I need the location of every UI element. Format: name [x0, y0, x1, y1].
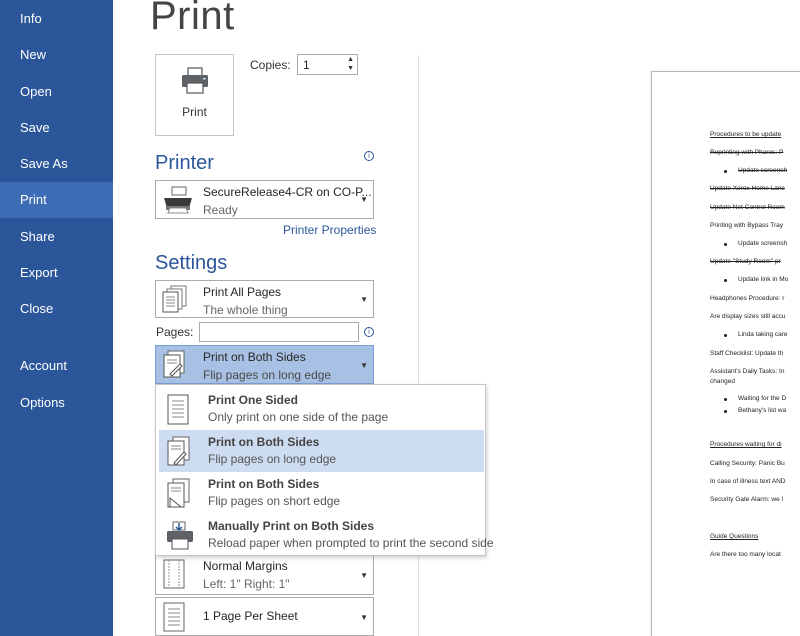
menu-item-both-sides-short-edge[interactable]: Print on Both Sides Flip pages on short …: [159, 472, 484, 514]
preview-line: Update Xerox Home Lanc: [710, 185, 785, 192]
preview-bullet: [724, 398, 727, 401]
spin-up-icon[interactable]: ▲: [347, 56, 354, 63]
print-button-label: Print: [182, 105, 207, 119]
margins-sub: Left: 1" Right: 1": [203, 577, 290, 591]
preview-line: Procedures waiting for di: [710, 441, 782, 448]
print-preview-page: Procedures to be update Reprinting with …: [651, 71, 800, 636]
duplex-main: Print on Both Sides: [203, 350, 306, 364]
preview-line: Assistant's Daily Tasks: In: [710, 368, 785, 375]
preview-line: Update link in Mo: [738, 276, 789, 283]
menu-item-desc: Flip pages on long edge: [208, 452, 337, 466]
preview-line: Reprinting with Pharos: P: [710, 149, 784, 156]
menu-item-desc: Flip pages on short edge: [208, 494, 341, 508]
printer-heading: Printer: [155, 152, 214, 174]
pages-label: Pages:: [156, 325, 194, 339]
page-title: Print: [150, 0, 235, 38]
print-button[interactable]: Print: [155, 54, 234, 136]
menu-item-manual-duplex[interactable]: Manually Print on Both Sides Reload pape…: [159, 514, 494, 557]
print-range-main: Print All Pages: [203, 285, 282, 299]
menu-item-title: Manually Print on Both Sides: [208, 519, 375, 533]
spin-down-icon[interactable]: ▼: [347, 65, 354, 72]
copies-stepper[interactable]: 1 ▲ ▼: [297, 54, 358, 75]
duplex-long-edge-icon: [165, 436, 191, 473]
preview-line: Headphones Procedure: r: [710, 295, 785, 302]
chevron-down-icon: ▼: [360, 361, 368, 370]
printer-select[interactable]: SecureRelease4-CR on CO-P... Ready ▼: [155, 180, 374, 219]
duplex-select[interactable]: Print on Both Sides Flip pages on long e…: [155, 345, 374, 384]
pages-per-sheet-main: 1 Page Per Sheet: [203, 609, 298, 623]
duplex-sub: Flip pages on long edge: [203, 368, 332, 382]
settings-heading: Settings: [155, 252, 228, 274]
preview-line: Update "Study Room" pr: [710, 258, 781, 265]
print-range-sub: The whole thing: [203, 303, 288, 317]
preview-line: Waiting for the D: [738, 395, 787, 402]
printer-icon: [180, 67, 210, 100]
preview-bullet: [724, 243, 727, 246]
printer-status: Ready: [203, 203, 238, 217]
chevron-down-icon: ▼: [360, 195, 368, 204]
pages-per-sheet-select[interactable]: 1 Page Per Sheet ▼: [155, 597, 374, 636]
menu-item-desc: Reload paper when prompted to print the …: [208, 536, 494, 550]
preview-line: Bethany's list wa: [738, 407, 787, 414]
menu-item-both-sides-long-edge[interactable]: Print on Both Sides Flip pages on long e…: [159, 430, 484, 472]
nav-info[interactable]: Info: [0, 1, 113, 37]
preview-line: Procedures to be update: [710, 131, 782, 138]
nav-open[interactable]: Open: [0, 74, 113, 110]
preview-line: In case of illness text AND: [710, 478, 786, 485]
menu-item-title: Print on Both Sides: [208, 477, 320, 491]
preview-line: Guide Questions: [710, 533, 759, 540]
info-icon[interactable]: i: [364, 327, 374, 337]
preview-line: changed: [710, 378, 735, 385]
preview-line: Security Gate Alarm: we l: [710, 496, 783, 503]
preview-bullet: [724, 170, 727, 173]
nav-options[interactable]: Options: [0, 385, 113, 421]
preview-line: Printing with Bypass Tray: [710, 222, 783, 229]
info-icon[interactable]: i: [364, 151, 374, 161]
print-range-select[interactable]: Print All Pages The whole thing ▼: [155, 280, 374, 318]
single-page-icon: [165, 394, 191, 431]
margins-select[interactable]: Normal Margins Left: 1" Right: 1" ▼: [155, 555, 374, 595]
nav-save-as[interactable]: Save As: [0, 146, 113, 182]
manual-duplex-printer-icon: [165, 520, 195, 557]
backstage-sidebar: Info New Open Save Save As Print Share E…: [0, 0, 113, 636]
preview-line: Staff Checklist: Update th: [710, 350, 784, 357]
chevron-down-icon: ▼: [360, 571, 368, 580]
pages-input[interactable]: [199, 322, 359, 342]
copies-value: 1: [303, 58, 310, 72]
nav-account[interactable]: Account: [0, 348, 113, 384]
preview-line: Calling Security: Panic Bu: [710, 460, 785, 467]
preview-line: Are display sizes still accu: [710, 313, 786, 320]
duplex-options-menu: Print One Sided Only print on one side o…: [155, 384, 494, 557]
preview-bullet: [724, 279, 727, 282]
duplex-long-edge-icon: [162, 350, 188, 385]
nav-share[interactable]: Share: [0, 219, 113, 255]
chevron-down-icon: ▼: [360, 295, 368, 304]
nav-print[interactable]: Print: [0, 182, 113, 218]
nav-save[interactable]: Save: [0, 110, 113, 146]
printer-properties-link[interactable]: Printer Properties: [283, 223, 376, 237]
pages-stack-icon: [162, 285, 188, 320]
chevron-down-icon: ▼: [360, 613, 368, 622]
preview-line: Update Net Control Room: [710, 204, 785, 211]
menu-item-title: Print One Sided: [208, 393, 299, 407]
preview-line: Linda taking care: [738, 331, 788, 338]
preview-bullet: [724, 334, 727, 337]
menu-item-print-one-sided[interactable]: Print One Sided Only print on one side o…: [159, 388, 484, 430]
printer-name: SecureRelease4-CR on CO-P...: [203, 185, 372, 199]
nav-export[interactable]: Export: [0, 255, 113, 291]
preview-line: Update screensh: [738, 167, 788, 174]
printer-device-icon: [162, 186, 194, 219]
margins-main: Normal Margins: [203, 559, 288, 573]
nav-close[interactable]: Close: [0, 291, 113, 327]
menu-item-title: Print on Both Sides: [208, 435, 320, 449]
preview-line: Update screensh: [738, 240, 788, 247]
menu-item-desc: Only print on one side of the page: [208, 410, 389, 424]
margins-icon: [162, 559, 186, 594]
page-layout-icon: [162, 602, 186, 636]
copies-label: Copies:: [250, 58, 291, 72]
nav-new[interactable]: New: [0, 37, 113, 73]
duplex-short-edge-icon: [165, 478, 191, 515]
preview-line: Are there too many locat: [710, 551, 781, 558]
preview-bullet: [724, 410, 727, 413]
